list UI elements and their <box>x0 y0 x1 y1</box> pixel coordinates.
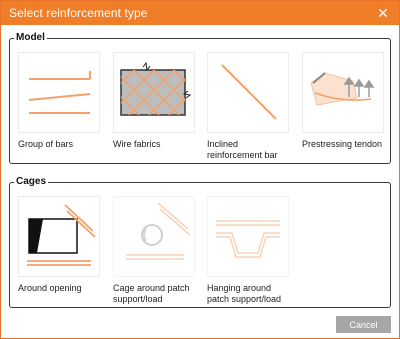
group-of-bars-icon <box>18 52 100 133</box>
close-icon[interactable]: ✕ <box>375 5 391 21</box>
cages-group-legend: Cages <box>14 176 49 188</box>
inclined-bar-icon <box>207 52 289 133</box>
tile-label: Inclined reinforcement bar <box>207 139 278 160</box>
dialog-title: Select reinforcement type <box>9 6 148 20</box>
wire-fabrics-icon <box>113 52 195 133</box>
tile-label: Wire fabrics <box>113 139 161 149</box>
tile-group-of-bars[interactable]: Group of bars <box>18 52 108 150</box>
tile-prestressing-tendon[interactable]: Prestressing tendon <box>302 52 392 150</box>
tile-label: Cage around patch support/load <box>113 283 190 304</box>
tile-label: Group of bars <box>18 139 74 149</box>
around-opening-icon <box>18 196 100 277</box>
tile-cage-around-patch[interactable]: Cage around patch support/load <box>113 196 203 305</box>
title-bar: Select reinforcement type ✕ <box>1 1 399 25</box>
cancel-button[interactable]: Cancel <box>336 316 391 333</box>
model-group: Model Group of bars Wire fabrics Incline… <box>9 32 392 164</box>
cages-group: Cages Around opening Cage around patch s… <box>9 176 391 308</box>
cage-around-patch-icon <box>113 196 195 277</box>
tile-around-opening[interactable]: Around opening <box>18 196 108 294</box>
tile-label: Hanging around patch support/load <box>207 283 282 304</box>
select-reinforcement-dialog: Select reinforcement type ✕ Model Group … <box>0 0 400 339</box>
hanging-around-patch-icon <box>207 196 289 277</box>
tile-label: Around opening <box>18 283 82 293</box>
tile-label: Prestressing tendon <box>302 139 383 149</box>
model-group-legend: Model <box>14 32 47 44</box>
tile-inclined-bar[interactable]: Inclined reinforcement bar <box>207 52 297 161</box>
prestressing-tendon-icon <box>302 52 384 133</box>
tile-hanging-around-patch[interactable]: Hanging around patch support/load <box>207 196 297 305</box>
tile-wire-fabrics[interactable]: Wire fabrics <box>113 52 203 150</box>
